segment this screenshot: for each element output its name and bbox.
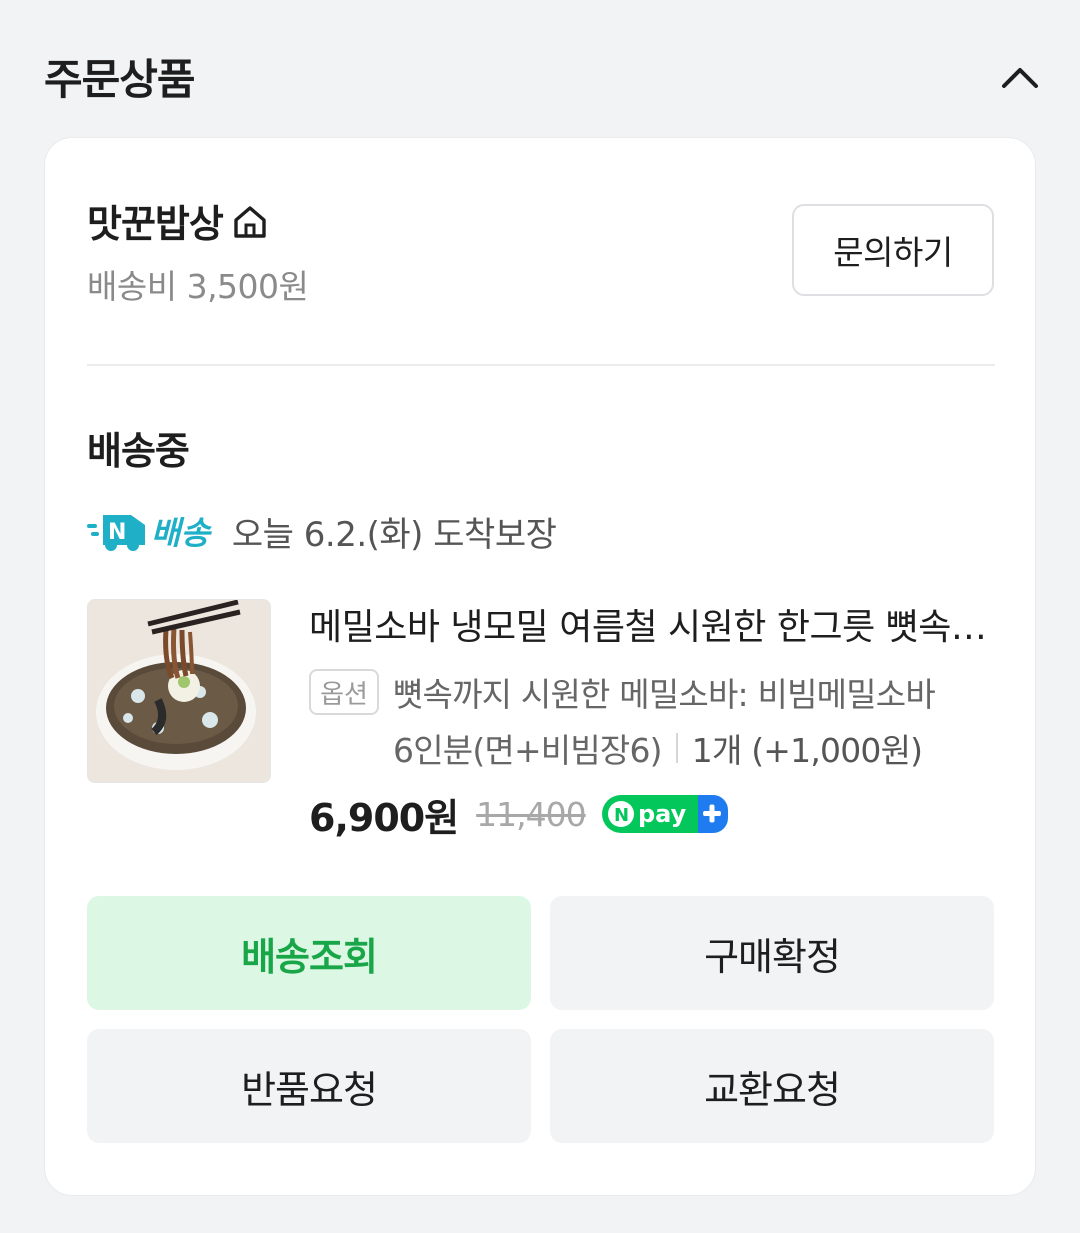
product-image[interactable] [87, 599, 271, 783]
shipping-fee: 배송비 3,500원 [87, 267, 309, 306]
option-badge: 옵션 [309, 669, 379, 715]
inquiry-button[interactable]: 문의하기 [792, 204, 994, 296]
delivery-date: 오늘 6.2.(화) 도착보장 [231, 514, 557, 555]
n-delivery-truck-icon: N [87, 515, 145, 551]
exchange-request-button[interactable]: 교환요청 [550, 1029, 994, 1143]
option-detail: 6인분(면+비빔장6) 1개 (+1,000원) [393, 724, 923, 772]
confirm-purchase-button[interactable]: 구매확정 [550, 896, 994, 1010]
seller-header[interactable]: 맛꾼밥상 [87, 194, 269, 246]
option-name: 뼛속까지 시원한 메밀소바: 비빔메밀소바 [393, 675, 936, 714]
divider [87, 364, 995, 366]
price-row: 6,900원 11,400 N pay [309, 788, 728, 840]
current-price: 6,900원 [309, 795, 459, 840]
order-products-header: 주문상품 [44, 40, 1040, 112]
home-icon[interactable] [231, 203, 269, 241]
track-delivery-button[interactable]: 배송조회 [87, 896, 531, 1010]
option-quantity: 1개 (+1,000원) [691, 731, 923, 770]
npay-plus-badge: N pay [601, 795, 728, 833]
option-separator [675, 733, 678, 763]
option-servings: 6인분(면+비빔장6) [393, 731, 663, 770]
delivery-status: 배송중 [87, 429, 190, 473]
npay-label: pay [638, 800, 687, 828]
seller-name[interactable]: 맛꾼밥상 [87, 193, 224, 248]
n-delivery-badge: N 배송 [87, 508, 210, 554]
n-letter: N [108, 520, 126, 545]
original-price: 11,400 [476, 794, 586, 834]
delivery-info: N 배송 오늘 6.2.(화) 도착보장 [87, 506, 557, 556]
product-title[interactable]: 메밀소바 냉모밀 여름철 시원한 한그릇 뼛속까지 시원한 메밀소바 [309, 598, 999, 650]
n-delivery-label: 배송 [151, 514, 210, 552]
return-request-button[interactable]: 반품요청 [87, 1029, 531, 1143]
order-card: 맛꾼밥상 배송비 3,500원 문의하기 배송중 N 배송 오늘 6.2.(화)… [44, 137, 1036, 1196]
svg-text:N: N [614, 805, 629, 826]
chevron-up-icon[interactable] [1000, 58, 1040, 98]
section-title: 주문상품 [44, 55, 196, 104]
soba-bowl-image [88, 600, 270, 782]
